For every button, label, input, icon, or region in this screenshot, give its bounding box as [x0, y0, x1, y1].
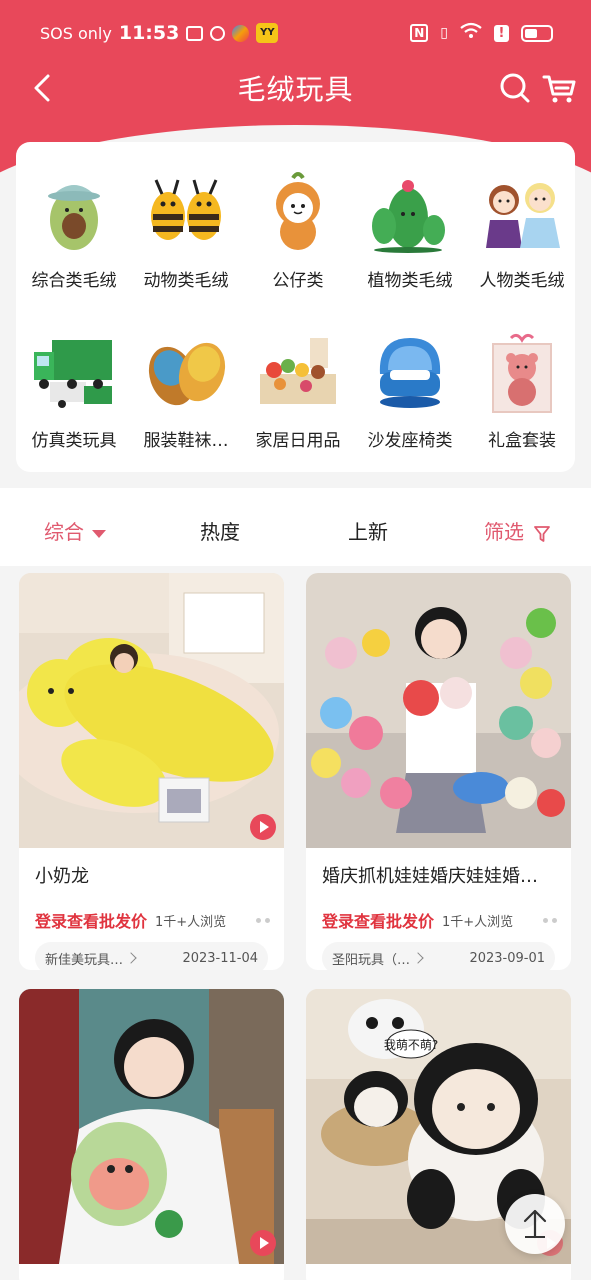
- back-button[interactable]: [28, 68, 64, 108]
- category-item[interactable]: 家居日用品: [242, 330, 354, 451]
- category-label: 礼盒套装: [488, 431, 556, 451]
- carrier-label: SOS only: [40, 23, 112, 43]
- category-item[interactable]: 综合类毛绒: [18, 170, 130, 291]
- more-options-icon[interactable]: [256, 917, 270, 923]
- product-card[interactable]: 婚庆抓机娃娃婚庆娃娃婚… 登录查看批发价 1千+人浏览 圣阳玩具（… 2023-…: [306, 573, 571, 970]
- sort-tab-newest[interactable]: 上新: [348, 516, 388, 545]
- category-item[interactable]: 动物类毛绒: [130, 170, 242, 291]
- category-item[interactable]: 仿真类玩具: [18, 330, 130, 451]
- clock: 11:53: [118, 22, 180, 44]
- category-label: 服装鞋袜…: [143, 431, 229, 451]
- tiger-doll-icon: [256, 170, 340, 254]
- product-image: [19, 573, 284, 848]
- product-card[interactable]: [19, 989, 284, 1280]
- publish-date: 2023-11-04: [182, 950, 258, 966]
- more-options-icon[interactable]: [543, 917, 557, 923]
- category-item[interactable]: 人物类毛绒: [466, 170, 578, 291]
- category-label: 家居日用品: [255, 431, 341, 451]
- product-title: 婚庆抓机娃娃婚庆娃娃婚…: [322, 866, 538, 887]
- bubble-text: 我萌不萌?: [384, 1038, 438, 1052]
- shell-sofa-icon: [368, 330, 452, 414]
- sort-tab-label: 综合: [44, 520, 84, 544]
- filter-label: 筛选: [484, 520, 524, 544]
- battery-icon: [521, 24, 553, 42]
- caret-down-icon: [92, 529, 107, 538]
- filter-button[interactable]: 筛选: [484, 516, 551, 545]
- product-title: 小奶龙: [35, 866, 89, 887]
- wholesale-price-login-link[interactable]: 登录查看批发价: [322, 908, 434, 932]
- category-item[interactable]: 植物类毛绒: [354, 170, 466, 291]
- publish-date: 2023-09-01: [469, 950, 545, 966]
- wholesale-price-login-link[interactable]: 登录查看批发价: [35, 908, 147, 932]
- shop-link[interactable]: 圣阳玩具（… 2023-09-01: [322, 942, 555, 970]
- category-label: 综合类毛绒: [31, 271, 117, 291]
- toy-food-tray-icon: [256, 330, 340, 414]
- status-bar: SOS only 11:53 YY N ▯ !: [0, 0, 591, 66]
- cart-icon: [542, 75, 576, 103]
- search-button[interactable]: [497, 70, 533, 106]
- back-to-top-button[interactable]: [505, 1194, 565, 1254]
- video-play-icon[interactable]: [250, 814, 276, 840]
- video-play-icon[interactable]: [250, 1230, 276, 1256]
- cart-button[interactable]: [540, 68, 580, 108]
- gift-box-bear-icon: [480, 330, 564, 414]
- vibrate-icon: ▯: [440, 25, 448, 41]
- category-label: 仿真类玩具: [31, 431, 117, 451]
- category-item[interactable]: 沙发座椅类: [354, 330, 466, 451]
- category-label: 人物类毛绒: [479, 271, 565, 291]
- mail-icon: [186, 25, 204, 41]
- category-label: 公仔类: [272, 271, 324, 291]
- category-grid: 综合类毛绒 动物类毛绒 公仔类 植物类毛绒 人物类毛绒 仿真类玩具 服装鞋袜… …: [16, 142, 575, 472]
- cactus-plush-icon: [368, 170, 452, 254]
- alert-icon: !: [494, 24, 509, 42]
- category-item[interactable]: 礼盒套装: [466, 330, 578, 451]
- shop-name: 圣阳玩具（…: [332, 952, 411, 968]
- nfc-icon: N: [410, 24, 429, 42]
- arrow-up-icon: [523, 1209, 547, 1239]
- view-count: 1千+人浏览: [442, 914, 514, 930]
- category-item[interactable]: 公仔类: [242, 170, 354, 291]
- chevron-right-icon: [125, 952, 137, 964]
- category-label: 动物类毛绒: [143, 271, 229, 291]
- filter-funnel-icon: [534, 525, 551, 542]
- back-arrow-icon: [34, 74, 50, 102]
- category-item[interactable]: 服装鞋袜…: [130, 330, 242, 451]
- bee-plush-icon: [144, 170, 228, 254]
- avocado-plush-icon: [32, 170, 116, 254]
- product-image: [19, 989, 284, 1264]
- product-image: [306, 573, 571, 848]
- yy-app-icon: YY: [256, 23, 279, 43]
- app-header: 毛绒玩具: [0, 60, 591, 116]
- shop-name: 新佳美玩具…: [45, 952, 124, 968]
- search-icon: [500, 73, 530, 103]
- category-label: 沙发座椅类: [367, 431, 453, 451]
- chevron-right-icon: [412, 952, 424, 964]
- sort-bar: 综合 热度 上新 筛选: [0, 488, 591, 566]
- sort-tab-popularity[interactable]: 热度: [200, 516, 240, 545]
- princess-doll-icon: [480, 170, 564, 254]
- view-count: 1千+人浏览: [155, 914, 227, 930]
- wifi-icon: [460, 22, 482, 44]
- product-card[interactable]: 小奶龙 登录查看批发价 1千+人浏览 新佳美玩具… 2023-11-04: [19, 573, 284, 970]
- category-label: 植物类毛绒: [367, 271, 453, 291]
- shield-icon: [210, 25, 226, 41]
- shop-link[interactable]: 新佳美玩具… 2023-11-04: [35, 942, 268, 970]
- garbage-truck-icon: [32, 330, 116, 414]
- sort-tab-comprehensive[interactable]: 综合: [44, 516, 107, 545]
- slipper-icon: [144, 330, 228, 414]
- app-notification-icon: [232, 24, 250, 42]
